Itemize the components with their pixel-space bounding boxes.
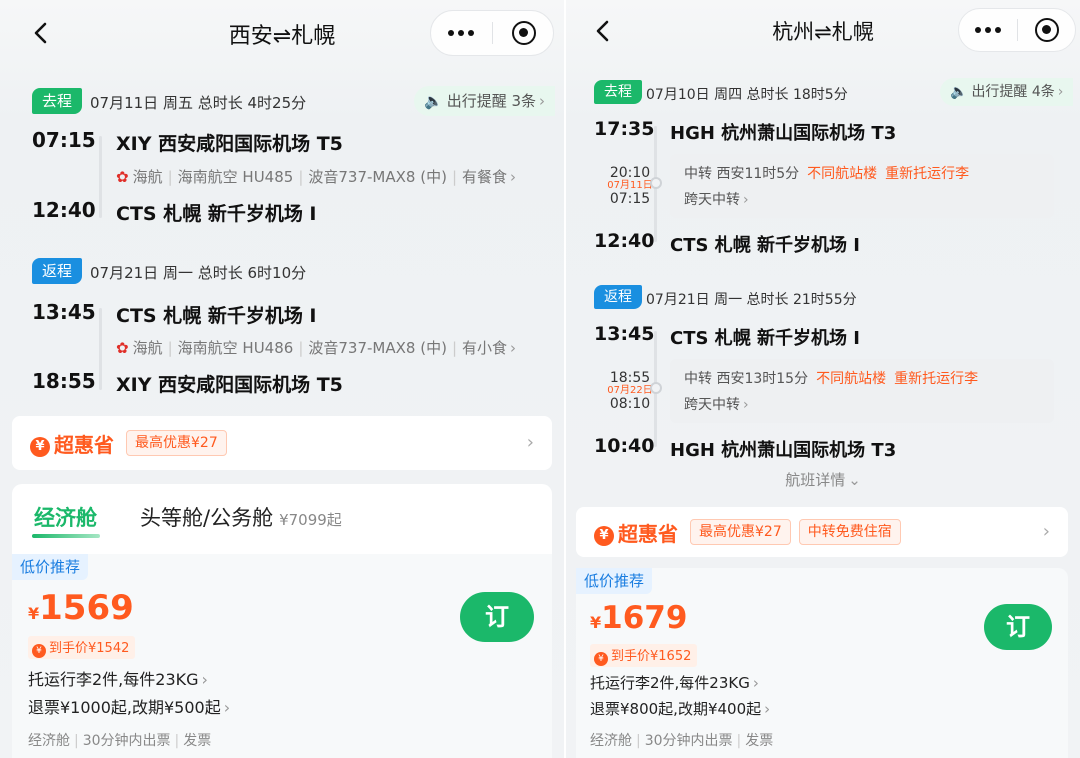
departure-airport: HGH 杭州萧山国际机场 T3 [670,123,897,144]
promo-icon: ¥ [594,525,614,546]
carrier-info[interactable]: ✿ 海航 | 海南航空 HU485 | 波音737-MAX8 (中) | 有餐食 › [116,166,516,187]
promo-icon: ¥ [32,644,46,658]
chevron-right-icon: › [223,698,231,717]
return-info: 07月21日 周一 总时长 6时10分 [90,264,307,282]
departure-time: 17:35 [594,118,655,140]
chevron-right-icon: › [752,674,759,692]
chevron-right-icon: › [743,397,749,413]
target-icon[interactable] [511,21,536,45]
departure-airport: CTS 札幌 新千岁机场 I [670,328,860,349]
arrival-airport: CTS 札幌 新千岁机场 I [116,203,317,225]
chevron-right-icon: › [201,670,208,689]
price: ¥1569 [28,588,134,628]
baggage-rule[interactable]: 托运行李2件,每件23KG › [590,672,759,693]
cabin-tabs: 经济舱 头等舱/公务舱 ¥7099起 [12,484,552,550]
chevron-right-icon: › [510,168,517,186]
chevron-right-icon: › [764,700,771,718]
mini-program-capsule [430,10,554,56]
departure-time: 13:45 [594,323,655,345]
arrival-time: 12:40 [594,230,655,252]
speaker-icon: 🔈 [950,84,968,100]
arrival-time: 12:40 [32,198,96,222]
chevron-down-icon: ⌄ [848,471,861,489]
fare-option[interactable]: 低价推荐 ¥1569 ¥ 到手价¥1542 托运行李2件,每件23KG › 退票¥1… [12,554,552,758]
outbound-info: 07月10日 周四 总时长 18时5分 [646,87,848,103]
arrival-time: 10:40 [594,435,655,457]
low-price-tag: 低价推荐 [12,554,89,580]
promo-chip-hotel: 中转免费住宿 [798,519,901,545]
final-price: ¥ 到手价¥1542 [28,636,136,659]
departure-time: 07:15 [32,128,96,152]
arrival-time: 18:55 [32,369,96,393]
mini-program-capsule [958,8,1076,52]
fare-card[interactable]: 低价推荐 ¥1679 ¥ 到手价¥1652 托运行李2件,每件23KG › 退票¥8… [576,568,1068,758]
chevron-right-icon: › [1042,521,1050,542]
fare-meta: 经济舱 | 30分钟内出票 | 发票 [590,733,774,749]
arrival-airport: HGH 杭州萧山国际机场 T3 [670,440,897,461]
final-price: ¥ 到手价¥1652 [590,644,698,667]
book-button[interactable]: 订 [984,604,1052,650]
return-info: 07月21日 周一 总时长 21时55分 [646,292,857,308]
tab-indicator [32,534,100,538]
flight-details-link[interactable]: 航班详情 ⌄ [566,469,1080,490]
transfer-info[interactable]: 中转 西安11时5分 不同航站楼 重新托运行李 跨天中转 › [670,154,1054,218]
left-panel: 西安⇌札幌 去程 07月11日 周五 总时长 4时25分 🔈 出行提醒 3条 › 0… [0,0,564,758]
price: ¥1679 [590,600,688,636]
promo-bar[interactable]: ¥ 超惠省 最高优惠¥27 中转免费住宿 › [576,507,1068,557]
nav-bar: 杭州⇌札幌 [566,0,1080,68]
reminder-button[interactable]: 🔈 出行提醒 4条 › [940,78,1074,106]
outbound-info: 07月11日 周五 总时长 4时25分 [90,94,307,112]
tab-first-business[interactable]: 头等舱/公务舱 ¥7099起 [140,502,342,532]
promo-chip: 最高优惠¥27 [690,519,791,545]
promo-brand: ¥ 超惠省 [30,429,114,458]
departure-time: 13:45 [32,300,96,324]
refund-rule[interactable]: 退票¥1000起,改期¥500起 › [28,694,230,718]
departure-airport: CTS 札幌 新千岁机场 I [116,305,317,327]
transfer-info[interactable]: 中转 西安13时15分 不同航站楼 重新托运行李 跨天中转 › [670,359,1054,423]
fare-card: 经济舱 头等舱/公务舱 ¥7099起 低价推荐 ¥1569 ¥ 到手价¥1542 托… [12,484,552,758]
airline-logo-icon: ✿ [116,168,129,186]
reminder-button[interactable]: 🔈 出行提醒 3条 › [414,86,555,116]
promo-chip: 最高优惠¥27 [126,430,227,456]
more-icon[interactable] [975,27,1002,33]
fare-meta: 经济舱 | 30分钟内出票 | 发票 [28,733,212,749]
arrival-airport: CTS 札幌 新千岁机场 I [670,235,860,256]
return-tag: 返程 [32,258,83,284]
baggage-rule[interactable]: 托运行李2件,每件23KG › [28,666,208,690]
chevron-right-icon: › [539,92,545,110]
refund-rule[interactable]: 退票¥800起,改期¥400起 › [590,698,770,719]
more-icon[interactable] [448,30,475,36]
chevron-right-icon: › [510,339,517,357]
chevron-right-icon: › [1057,84,1064,100]
promo-brand: ¥ 超惠省 [594,518,678,547]
speaker-icon: 🔈 [424,92,443,110]
outbound-tag: 去程 [594,80,642,104]
low-price-tag: 低价推荐 [576,568,653,594]
promo-icon: ¥ [30,436,50,457]
outbound-tag: 去程 [32,88,83,114]
carrier-info[interactable]: ✿ 海航 | 海南航空 HU486 | 波音737-MAX8 (中) | 有小食 › [116,337,516,358]
departure-airport: XIY 西安咸阳国际机场 T5 [116,133,343,155]
book-button[interactable]: 订 [460,592,534,642]
right-panel: 杭州⇌札幌 去程 07月10日 周四 总时长 18时5分 🔈 出行提醒 4条 › 1… [566,0,1080,758]
promo-icon: ¥ [594,652,608,666]
nav-bar: 西安⇌札幌 [0,0,564,68]
airline-logo-icon: ✿ [116,339,129,357]
chevron-right-icon: › [743,192,749,208]
chevron-right-icon: › [526,432,534,453]
tab-economy[interactable]: 经济舱 [34,502,97,532]
target-icon[interactable] [1034,18,1059,42]
promo-bar[interactable]: ¥ 超惠省 最高优惠¥27 › [12,416,552,470]
return-tag: 返程 [594,285,642,309]
arrival-airport: XIY 西安咸阳国际机场 T5 [116,374,343,396]
